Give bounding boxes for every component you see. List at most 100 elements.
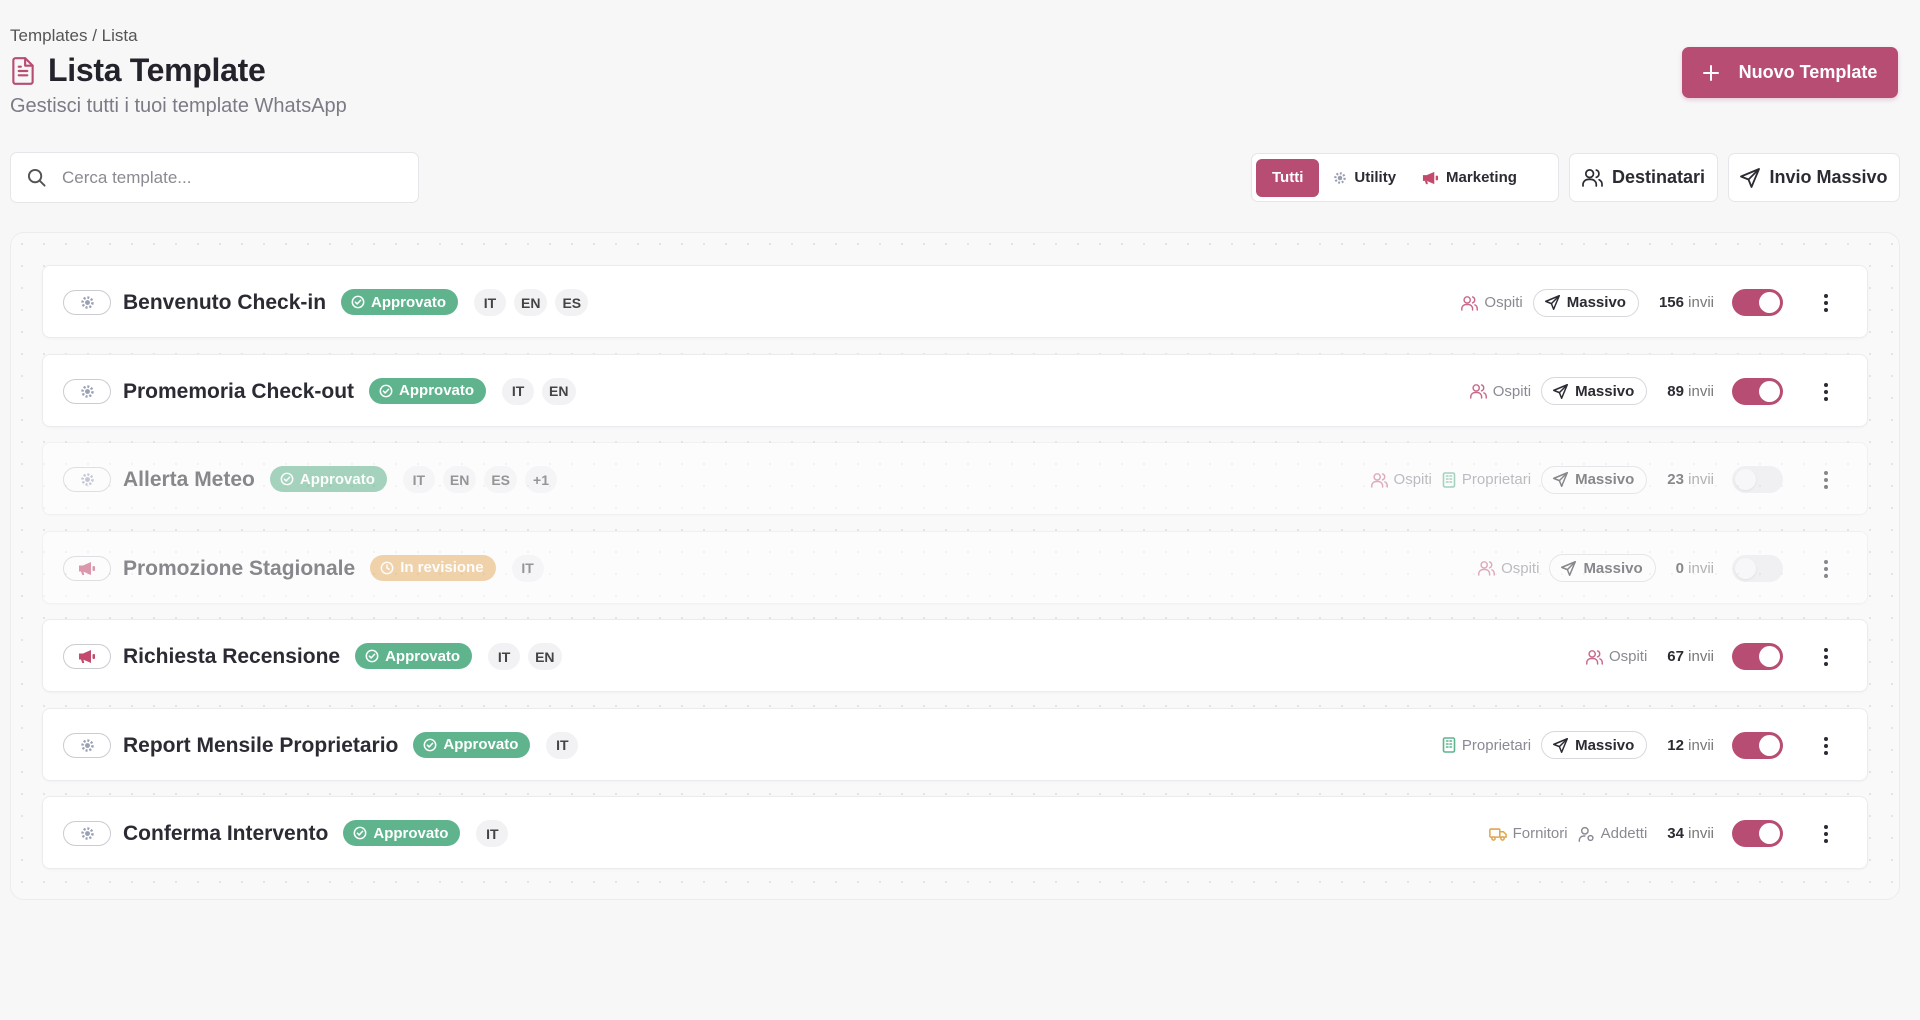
enabled-toggle[interactable] bbox=[1732, 466, 1783, 493]
language-chip: EN bbox=[514, 289, 548, 316]
audience-label: Ospiti bbox=[1393, 471, 1432, 488]
filter-marketing-label: Marketing bbox=[1446, 169, 1517, 186]
template-row[interactable]: Promemoria Check-out Approvato IT EN Ospiti M… bbox=[42, 353, 1868, 427]
send-count-value: 89 bbox=[1667, 382, 1684, 400]
more-options-icon[interactable] bbox=[1817, 824, 1835, 844]
template-type-badge bbox=[63, 555, 111, 581]
recipients-button[interactable]: Destinatari bbox=[1569, 153, 1718, 202]
audience-tag: Ospiti bbox=[1370, 471, 1432, 488]
status-label: Approvato bbox=[299, 470, 375, 488]
template-type-badge bbox=[63, 290, 111, 315]
more-options-icon[interactable] bbox=[1817, 470, 1835, 490]
language-list: IT EN ES +1 bbox=[402, 466, 557, 493]
language-chip: IT bbox=[511, 554, 544, 582]
status-label: Approvato bbox=[443, 736, 519, 753]
language-list: IT bbox=[476, 820, 509, 847]
template-row[interactable]: Promozione Stagionale In revisione IT Ospit… bbox=[42, 530, 1868, 604]
audience-label: Addetti bbox=[1600, 825, 1648, 842]
bulk-send-badge-label: Massivo bbox=[1575, 736, 1635, 754]
audience-tag: Ospiti bbox=[1585, 648, 1648, 665]
send-count-value: 12 bbox=[1667, 736, 1684, 754]
check-circle-icon bbox=[365, 649, 379, 663]
page-header: Lista Template bbox=[10, 52, 266, 89]
status-badge: Approvato bbox=[343, 820, 461, 846]
language-list: IT bbox=[546, 731, 579, 759]
users-icon bbox=[1469, 383, 1487, 399]
send-count-unit: invii bbox=[1688, 736, 1714, 754]
more-options-icon[interactable] bbox=[1817, 736, 1835, 756]
language-chip: ES bbox=[555, 289, 589, 316]
send-count: 12 invii bbox=[1667, 737, 1714, 754]
template-name[interactable]: Conferma Intervento bbox=[123, 822, 328, 846]
template-row[interactable]: Conferma Intervento Approvato IT Fornitori A… bbox=[42, 796, 1868, 869]
status-label: Approvato bbox=[385, 647, 461, 665]
check-circle-icon bbox=[423, 738, 437, 752]
bulk-send-button[interactable]: Invio Massivo bbox=[1728, 153, 1900, 202]
send-count-value: 0 bbox=[1675, 559, 1684, 577]
more-options-icon[interactable] bbox=[1817, 559, 1835, 579]
template-name[interactable]: Allerta Meteo bbox=[123, 468, 255, 492]
template-meta: Ospiti Massivo 0 invii bbox=[1478, 554, 1714, 583]
gear-icon bbox=[80, 295, 95, 310]
plus-icon bbox=[1702, 64, 1719, 81]
more-options-icon[interactable] bbox=[1817, 647, 1835, 667]
language-chip: IT bbox=[502, 377, 535, 405]
check-circle-icon bbox=[280, 472, 294, 486]
type-filter-group: Tutti Utility Marketing bbox=[1251, 153, 1559, 202]
new-template-label: Nuovo Template bbox=[1738, 62, 1878, 82]
send-count-value: 67 bbox=[1667, 648, 1684, 665]
send-count-unit: invii bbox=[1688, 559, 1714, 577]
template-name[interactable]: Benvenuto Check-in bbox=[123, 291, 326, 315]
enabled-toggle[interactable] bbox=[1732, 820, 1783, 847]
audience-tag: Ospiti bbox=[1469, 383, 1531, 400]
gear-icon bbox=[80, 738, 95, 753]
status-badge: Approvato bbox=[341, 289, 459, 315]
bulk-send-badge-label: Massivo bbox=[1575, 471, 1635, 488]
send-count: 23 invii bbox=[1667, 471, 1714, 488]
template-row[interactable]: Benvenuto Check-in Approvato IT EN ES Ospiti M… bbox=[42, 265, 1868, 338]
audience-tag: Ospiti bbox=[1478, 560, 1539, 577]
template-meta: Proprietari Massivo 12 invii bbox=[1442, 731, 1714, 760]
template-name[interactable]: Promemoria Check-out bbox=[123, 380, 354, 404]
filter-marketing[interactable]: Marketing bbox=[1410, 159, 1529, 197]
send-count-unit: invii bbox=[1688, 294, 1714, 311]
template-name[interactable]: Promozione Stagionale bbox=[123, 557, 355, 581]
template-row[interactable]: Report Mensile Proprietario Approvato IT Pr… bbox=[42, 707, 1868, 781]
enabled-toggle[interactable] bbox=[1732, 289, 1783, 316]
new-template-button[interactable]: Nuovo Template bbox=[1682, 47, 1898, 98]
audience-label: Proprietari bbox=[1461, 471, 1532, 488]
document-icon bbox=[10, 56, 36, 86]
send-count-value: 34 bbox=[1667, 825, 1684, 842]
enabled-toggle[interactable] bbox=[1732, 554, 1783, 582]
gear-icon bbox=[80, 472, 95, 487]
audience-tag: Fornitori bbox=[1488, 825, 1568, 842]
enabled-toggle[interactable] bbox=[1732, 643, 1783, 670]
more-options-icon[interactable] bbox=[1817, 382, 1835, 402]
enabled-toggle[interactable] bbox=[1732, 731, 1783, 759]
language-list: IT EN bbox=[502, 377, 576, 405]
status-label: Approvato bbox=[373, 824, 449, 842]
more-options-icon[interactable] bbox=[1817, 293, 1835, 313]
template-name[interactable]: Report Mensile Proprietario bbox=[123, 734, 398, 758]
audience-label: Ospiti bbox=[1608, 648, 1648, 665]
audience-tag: Proprietari bbox=[1442, 737, 1531, 754]
building-icon bbox=[1442, 471, 1456, 488]
search-input[interactable] bbox=[62, 167, 418, 188]
template-row[interactable]: Allerta Meteo Approvato IT EN ES +1 Ospiti Prop… bbox=[42, 442, 1868, 515]
send-count: 67 invii bbox=[1667, 648, 1714, 665]
template-row[interactable]: Richiesta Recensione Approvato IT EN Ospiti 6… bbox=[42, 619, 1868, 692]
status-label: Approvato bbox=[399, 382, 475, 399]
template-name[interactable]: Richiesta Recensione bbox=[123, 645, 340, 669]
send-icon bbox=[1553, 737, 1569, 753]
send-icon bbox=[1553, 472, 1569, 487]
users-icon bbox=[1370, 472, 1388, 488]
audience-label: Ospiti bbox=[1484, 294, 1523, 311]
users-icon bbox=[1478, 560, 1496, 576]
send-icon bbox=[1553, 383, 1569, 399]
filter-utility[interactable]: Utility bbox=[1321, 159, 1408, 197]
check-circle-icon bbox=[353, 826, 367, 840]
send-count: 34 invii bbox=[1667, 825, 1714, 842]
enabled-toggle[interactable] bbox=[1732, 377, 1783, 405]
filter-all[interactable]: Tutti bbox=[1256, 158, 1320, 197]
template-meta: Ospiti Massivo 156 invii bbox=[1461, 288, 1714, 317]
